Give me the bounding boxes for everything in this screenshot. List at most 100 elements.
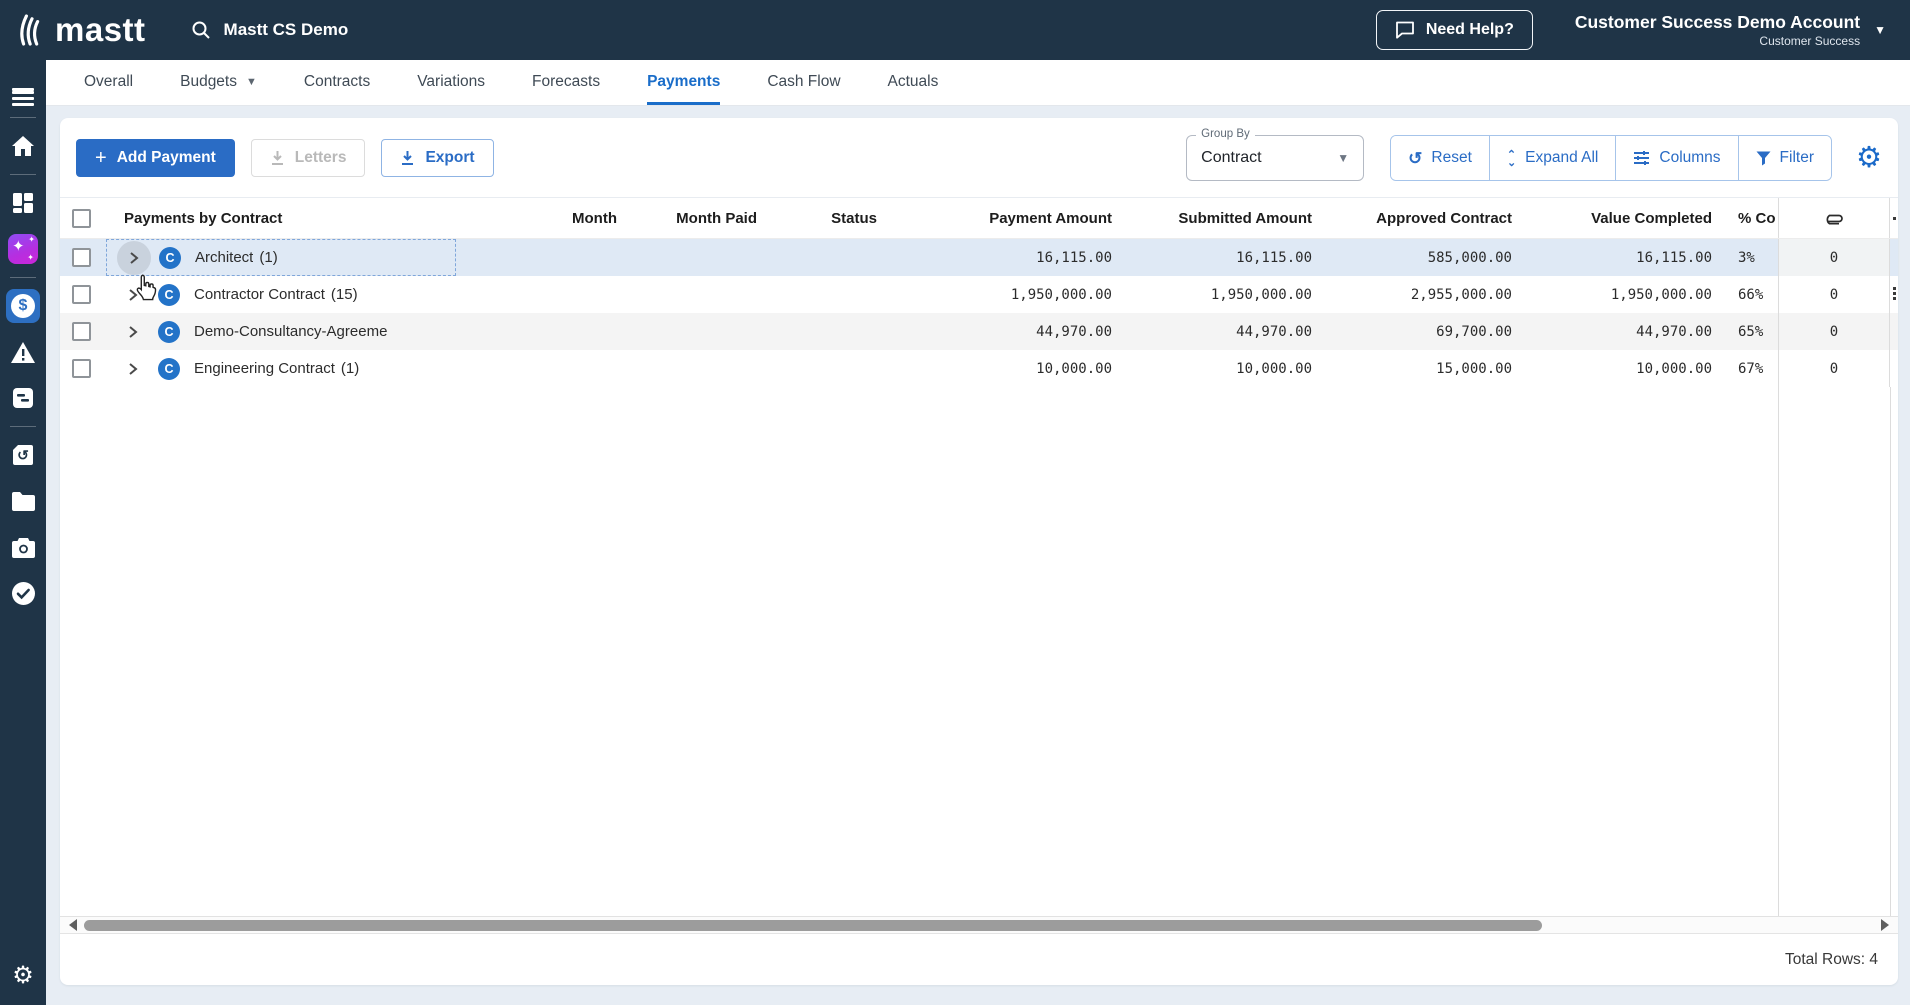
attachments-cell: 0 [1778,350,1890,387]
total-rows-label: Total Rows: 4 [1785,951,1878,969]
truncated-column-edge [1890,350,1898,387]
tab-overall[interactable]: Overall [84,60,133,105]
sidebar-item-settings[interactable]: ⚙ [6,959,40,993]
table-row[interactable]: C Contractor Contract (15) 1,950,000.00 … [60,276,1898,313]
contract-name: Contractor Contract [194,286,325,303]
sidebar-item-ai-assistant[interactable]: ✦✦✦ [6,232,40,266]
export-button[interactable]: Export [381,139,493,177]
account-menu[interactable]: Customer Success Demo Account Customer S… [1575,12,1886,48]
column-header-value-completed[interactable]: Value Completed [1516,198,1716,238]
filter-button[interactable]: Filter [1738,136,1831,180]
columns-button[interactable]: Columns [1615,136,1737,180]
tasks-icon [11,386,35,410]
payment-amount-cell: 10,000.00 [881,350,1116,387]
project-search[interactable]: Mastt CS Demo [190,19,349,41]
group-by-select[interactable]: Group By Contract ▼ [1186,135,1364,181]
approved-contract-cell: 69,700.00 [1316,313,1516,350]
group-cell[interactable]: C Demo-Consultancy-Agreeme [106,313,456,350]
sidebar-item-files[interactable] [6,484,40,518]
scrollbar-thumb[interactable] [84,920,1542,931]
tab-forecasts[interactable]: Forecasts [532,60,600,105]
group-cell[interactable]: C Architect (1) [106,239,456,276]
column-header-pct-complete[interactable]: % Co [1716,198,1778,238]
table-row[interactable]: C Demo-Consultancy-Agreeme 44,970.00 44,… [60,313,1898,350]
tab-payments[interactable]: Payments [647,60,720,105]
tab-contracts[interactable]: Contracts [304,60,370,105]
payments-panel: + Add Payment Letters Export Group By Co… [60,118,1898,985]
column-header-month[interactable]: Month [456,198,621,238]
row-checkbox[interactable] [72,359,91,378]
letters-button[interactable]: Letters [251,139,366,177]
mastt-logo[interactable]: mastt [18,11,146,49]
column-header-submitted-amount[interactable]: Submitted Amount [1116,198,1316,238]
scroll-right-arrow-icon[interactable] [1881,919,1889,931]
sidebar-item-media[interactable] [6,530,40,564]
tab-budgets[interactable]: Budgets▼ [180,60,257,105]
payments-grid: Payments by Contract Month Month Paid St… [60,197,1898,985]
reset-button[interactable]: ↺ Reset [1391,136,1489,180]
download-icon [400,150,415,166]
row-checkbox[interactable] [72,248,91,267]
attachments-cell: 0 [1778,239,1890,276]
grid-actions-group: ↺ Reset ⌃⌃ Expand All Columns [1390,135,1832,181]
group-cell[interactable]: C Engineering Contract (1) [106,350,456,387]
status-cell [761,239,881,276]
truncated-column-edge [1890,276,1898,313]
row-checkbox[interactable] [72,322,91,341]
download-icon [270,150,285,166]
group-by-label: Group By [1196,128,1255,140]
chevron-down-icon: ▼ [1337,151,1349,165]
truncated-column-edge [1890,198,1898,238]
tab-actuals[interactable]: Actuals [888,60,939,105]
table-row[interactable]: C Engineering Contract (1) 10,000.00 10,… [60,350,1898,387]
attachments-cell: 0 [1778,276,1890,313]
column-header-group[interactable]: Payments by Contract [106,198,456,238]
sidebar-item-home[interactable] [6,129,40,163]
expand-row-button[interactable] [116,315,150,349]
horizontal-scrollbar[interactable] [60,916,1898,933]
home-icon [11,135,35,157]
logo-text: mastt [55,11,146,49]
column-header-attachments[interactable] [1778,198,1890,238]
menu-toggle-button[interactable] [6,72,40,106]
sidebar-item-dashboard[interactable] [6,186,40,220]
column-header-month-paid[interactable]: Month Paid [621,198,761,238]
left-sidebar: ✦✦✦ $ ↺ ⚙ [0,60,46,1005]
grid-empty-area [60,387,1898,916]
value-completed-cell: 44,970.00 [1516,313,1716,350]
month-paid-cell [621,350,761,387]
group-cell[interactable]: C Contractor Contract (15) [106,276,456,313]
expand-row-button[interactable] [117,241,151,275]
scroll-left-arrow-icon[interactable] [69,919,77,931]
table-row[interactable]: C Architect (1) 16,115.00 16,115.00 585,… [60,239,1898,276]
attachments-cell: 0 [1778,313,1890,350]
column-header-approved-contract[interactable]: Approved Contract [1316,198,1516,238]
expand-all-button[interactable]: ⌃⌃ Expand All [1489,136,1615,180]
sidebar-item-tasks[interactable] [6,381,40,415]
submitted-amount-cell: 1,950,000.00 [1116,276,1316,313]
module-tab-bar: Overall Budgets▼ Contracts Variations Fo… [46,60,1910,106]
row-checkbox[interactable] [72,285,91,304]
pct-complete-cell: 65% [1716,313,1778,350]
sidebar-item-history[interactable]: ↺ [6,438,40,472]
tab-variations[interactable]: Variations [417,60,485,105]
main-content: + Add Payment Letters Export Group By Co… [46,107,1910,1005]
need-help-button[interactable]: Need Help? [1376,10,1533,50]
select-all-checkbox[interactable] [72,209,91,228]
expand-row-button[interactable] [116,352,150,386]
month-cell [456,239,621,276]
value-completed-cell: 10,000.00 [1516,350,1716,387]
column-header-status[interactable]: Status [761,198,881,238]
contract-avatar: C [158,284,180,306]
grid-settings-gear-icon[interactable]: ⚙ [1856,144,1882,173]
sidebar-item-risks[interactable] [6,335,40,369]
add-payment-button[interactable]: + Add Payment [76,139,235,177]
sidebar-item-approvals[interactable] [6,576,40,610]
tab-cash-flow[interactable]: Cash Flow [767,60,840,105]
sidebar-item-payments[interactable]: $ [6,289,40,323]
month-paid-cell [621,313,761,350]
expand-row-button[interactable] [116,278,150,312]
month-cell [456,313,621,350]
column-header-payment-amount[interactable]: Payment Amount [881,198,1116,238]
contract-name: Demo-Consultancy-Agreeme [194,323,387,340]
